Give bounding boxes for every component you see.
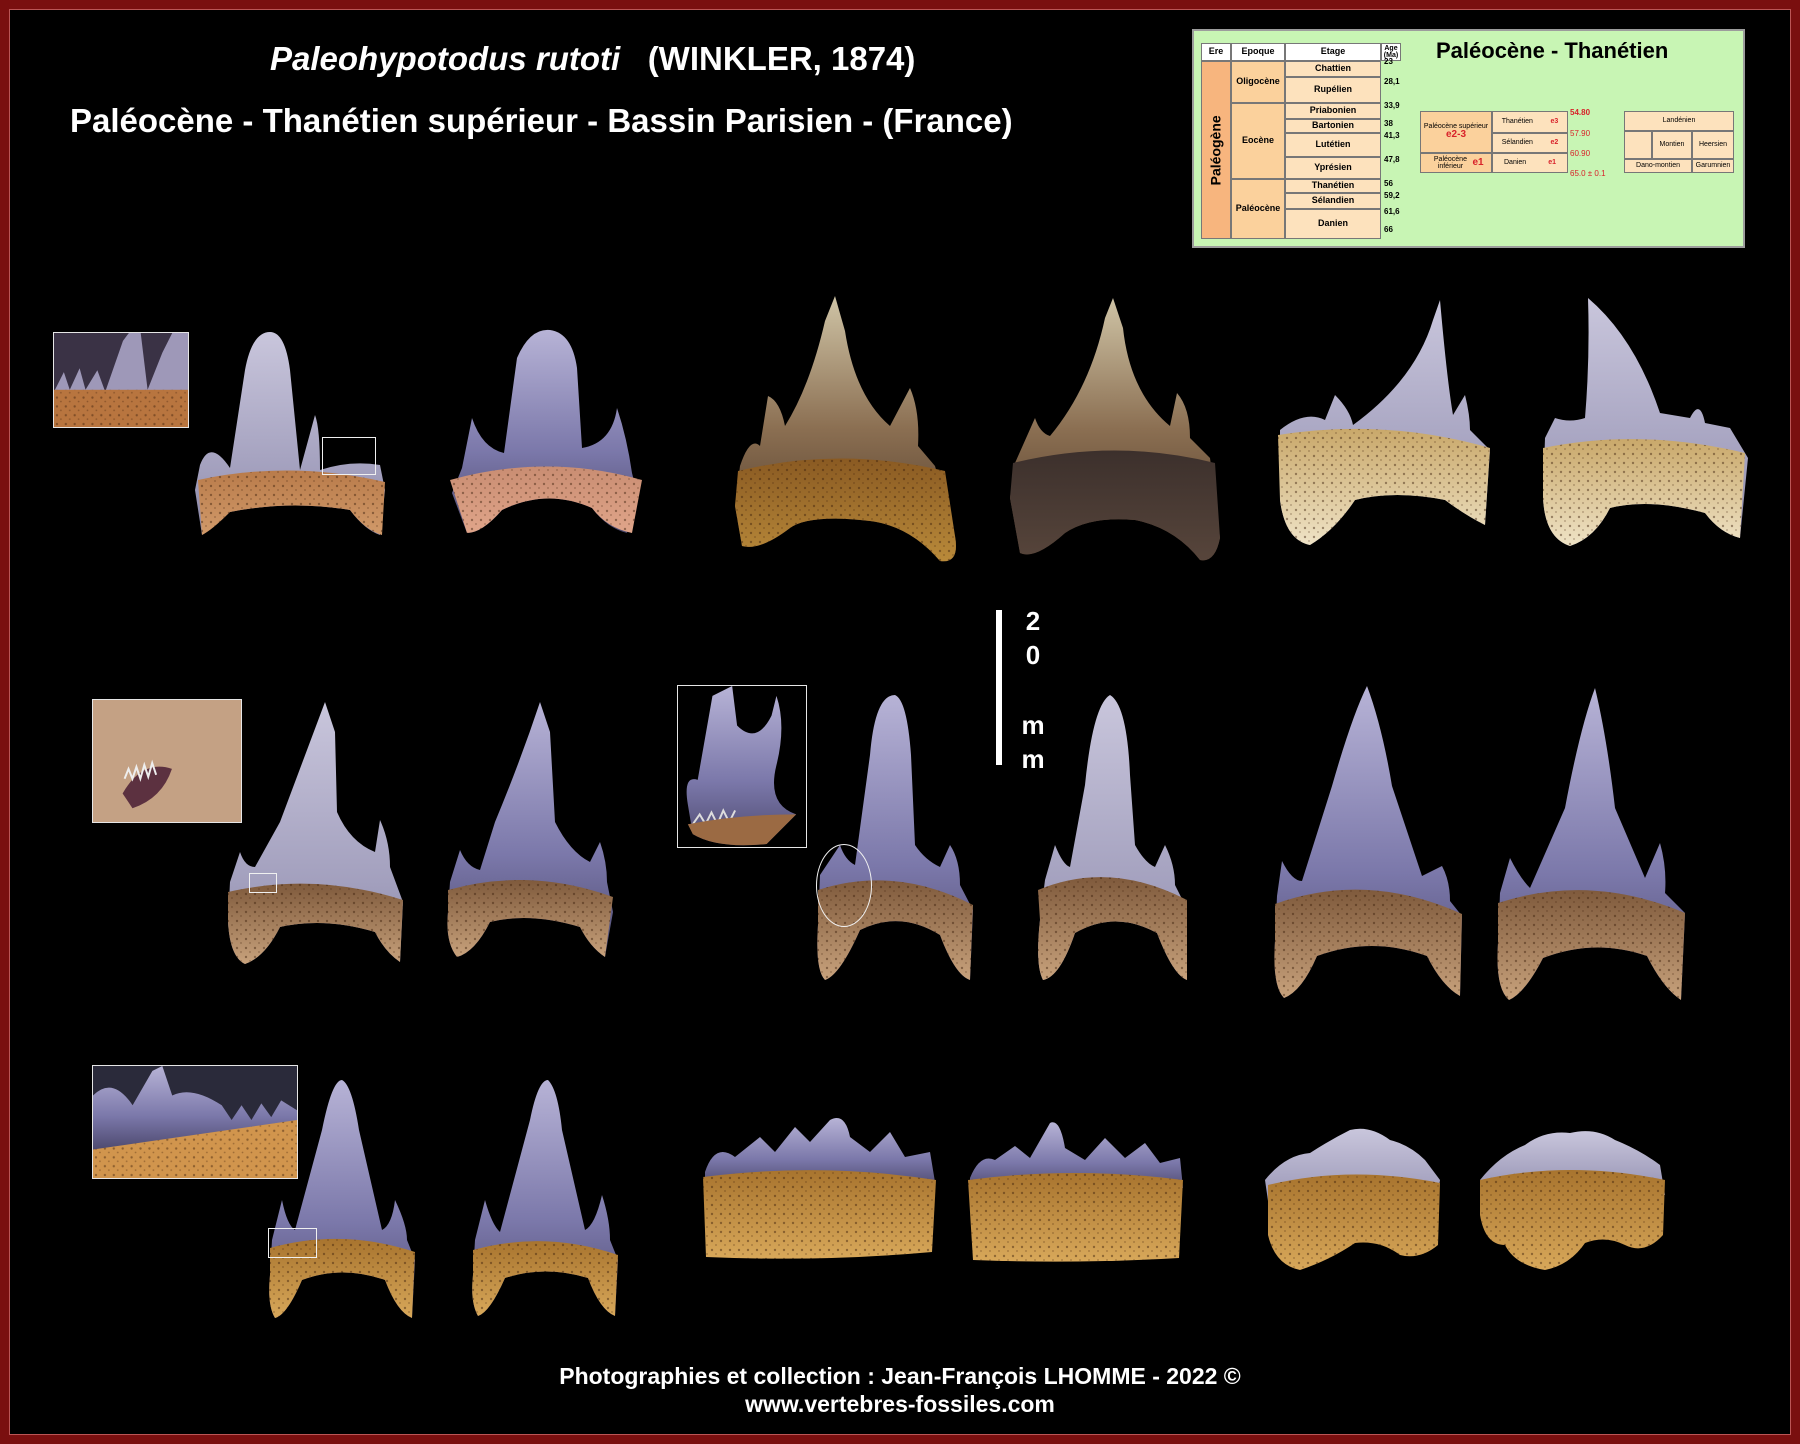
strat-age: 33,9 [1384,101,1400,110]
tooth-specimen [815,695,975,983]
strat-regional: Montien [1652,131,1692,159]
strat-detail-age: 57.90 [1570,129,1591,138]
tooth-specimen [190,330,395,538]
strat-epoch-oligocene: Oligocène [1231,61,1285,103]
strat-detail-age: 65.0 ± 0.1 [1570,169,1606,178]
tooth-specimen [225,702,405,970]
strat-detail-stage-name: Thanétien [1501,118,1533,126]
strat-detail-stage: Sélandien e2 [1492,133,1568,153]
strat-stage: Yprésien [1285,157,1381,179]
scale-digit: 2 [1025,606,1041,636]
strat-lower-label: Paléocène inférieur [1433,155,1467,170]
tooth-specimen [730,296,960,564]
strat-regional: Heersien [1692,131,1734,159]
tooth-specimen [1005,298,1225,566]
strat-stage: Thanétien [1285,179,1381,193]
strat-detail-stage-name: Sélandien [1501,139,1533,147]
tooth-specimen [1475,1125,1670,1275]
strat-epoch-eocene: Eocène [1231,103,1285,179]
tooth-specimen [1272,686,1467,1002]
tooth-specimen [442,328,652,538]
credit-line: Photographies et collection : Jean-Franç… [559,1363,1241,1389]
website-link[interactable]: www.vertebres-fossiles.com [0,1390,1800,1418]
strat-age: 38 [1384,119,1393,128]
strat-detail-code: e1 [1548,159,1556,167]
strat-era-label: Paléogène [1207,114,1224,186]
strat-detail-stage: Thanétien e3 [1492,111,1568,133]
strat-stage: Bartonien [1285,119,1381,133]
strat-detail-stage-name: Danien [1504,159,1527,167]
tooth-specimen [1495,688,1690,1002]
species-name: Paleohypotodus rutoti [270,40,621,77]
tooth-specimen [470,1080,620,1320]
strat-header-ere: Ere [1201,43,1231,61]
species-author: (WINKLER, 1874) [647,40,916,77]
tooth-specimen [1540,298,1750,553]
strat-detail-code: e2 [1550,139,1559,147]
detail-marker [816,844,872,927]
scale-digit: 0 [1025,640,1041,670]
tooth-specimen [267,1080,417,1322]
strat-detail-code: e3 [1550,118,1559,126]
serration-detail-inset [677,685,807,848]
strat-stage: Chattien [1285,61,1381,77]
strat-age: 23 [1384,57,1393,66]
strat-age: 56 [1384,179,1393,188]
strat-header-etage: Etage [1285,43,1381,61]
strat-stage: Danien [1285,209,1381,239]
strat-chart-title: Paléocène - Thanétien [1436,38,1669,63]
serration-detail-inset [53,332,189,428]
serration-detail-inset [92,699,242,823]
strat-age: 47,8 [1384,155,1400,164]
strat-lower-code: e1 [1472,156,1484,168]
strat-upper-paleocene: Paléocène supérieur e2-3 [1420,111,1492,153]
strat-regional: Garumnien [1692,159,1734,173]
strat-regional: Dano-montien [1624,159,1692,173]
detail-marker [249,873,277,893]
strat-stage: Sélandien [1285,193,1381,209]
strat-lower-paleocene: Paléocène inférieur e1 [1420,153,1492,173]
tooth-specimen [1035,695,1190,982]
scale-bar [996,610,1002,765]
strat-stage: Rupélien [1285,77,1381,103]
tooth-specimen [445,702,615,964]
strat-header-epoque: Epoque [1231,43,1285,61]
tooth-specimen [1260,1125,1445,1275]
strat-era: Paléogène [1201,61,1231,239]
photo-credit: Photographies et collection : Jean-Franç… [0,1362,1800,1418]
strat-detail-age: 54.80 [1570,108,1591,117]
tooth-specimen [965,1118,1185,1264]
strat-stage: Priabonien [1285,103,1381,119]
strat-detail-age: 60.90 [1570,149,1591,158]
plate-subtitle: Paléocène - Thanétien supérieur - Bassin… [70,102,1013,139]
strat-age: 61,6 [1384,207,1400,216]
detail-marker [322,437,376,475]
strat-detail-stage: Danien e1 [1492,153,1568,173]
strat-age: 66 [1384,225,1393,234]
tooth-specimen [1275,300,1495,550]
strat-age: 28,1 [1384,77,1400,86]
strat-regional: Landénien [1624,111,1734,131]
detail-marker [268,1228,317,1258]
strat-upper-code: e2-3 [1445,129,1466,141]
plate-title: Paleohypotodus rutoti (WINKLER, 1874) [270,40,915,78]
strat-regional-blank [1624,131,1652,159]
strat-age: 41,3 [1384,131,1400,140]
strat-stage: Lutétien [1285,133,1381,157]
strat-epoch-paleocene: Paléocène [1231,179,1285,239]
strat-age: 59,2 [1384,191,1400,200]
tooth-specimen [700,1112,938,1262]
stratigraphic-chart: Ere Epoque Etage Age (Ma) Paléogène Olig… [1192,29,1745,248]
